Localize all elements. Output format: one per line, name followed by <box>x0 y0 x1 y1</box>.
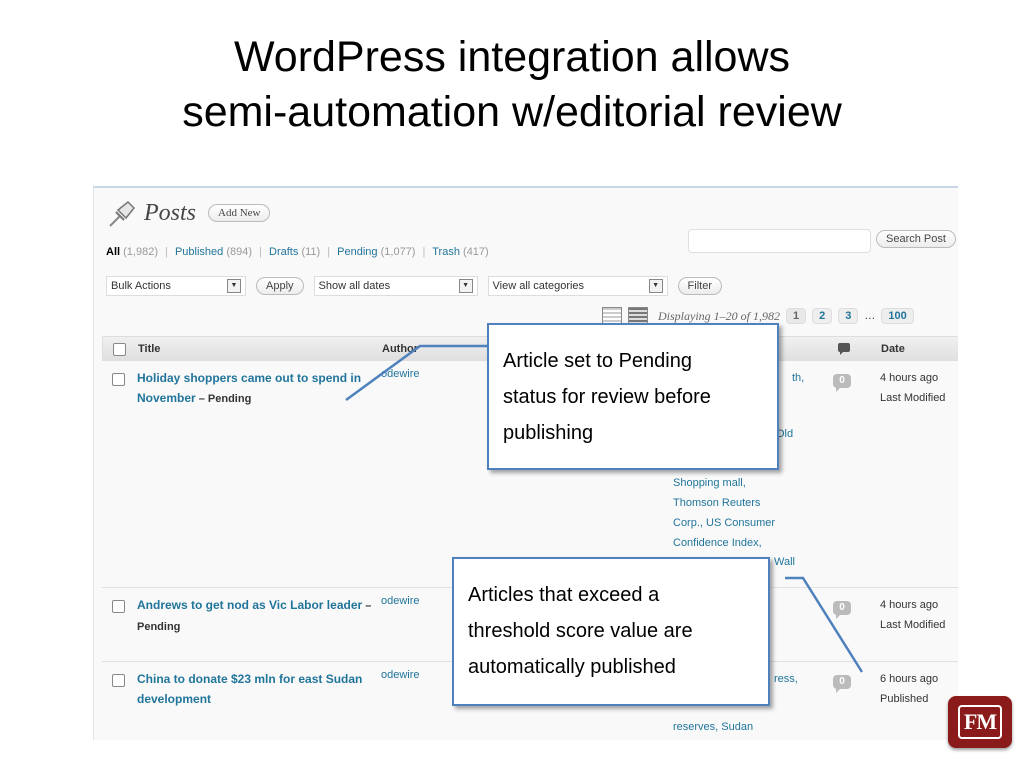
fm-logo: FM <box>948 696 1012 748</box>
published-callout-line: threshold score value are <box>468 620 693 642</box>
published-callout-line: Articles that exceed a <box>468 584 660 606</box>
published-callout: Articles that exceed a threshold score v… <box>452 557 770 706</box>
pending-leader-line <box>345 344 487 402</box>
pending-callout-line: status for review before <box>503 386 711 408</box>
pending-callout-line: Article set to Pending <box>503 350 692 372</box>
pending-callout-line: publishing <box>503 422 594 444</box>
published-callout-line: automatically published <box>468 656 676 678</box>
fm-logo-text: FM <box>957 705 1003 739</box>
pending-callout: Article set to Pending status for review… <box>487 323 779 470</box>
published-leader-line <box>785 576 864 673</box>
